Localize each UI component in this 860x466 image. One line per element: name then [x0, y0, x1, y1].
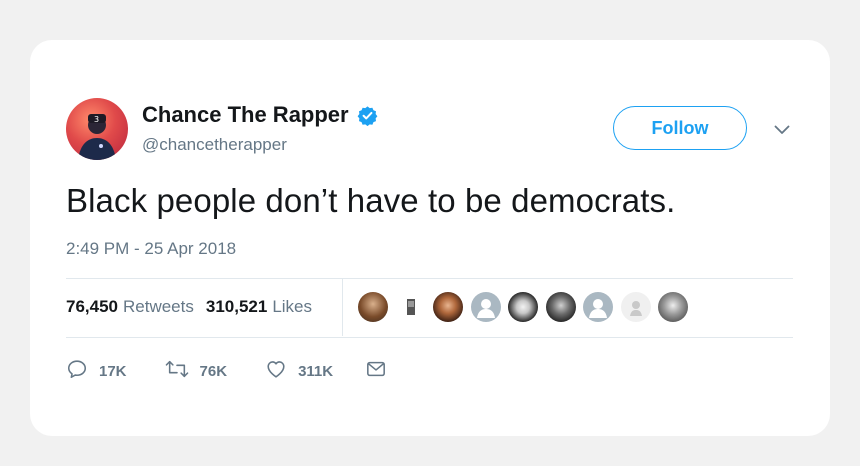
likes-label[interactable]: Likes: [272, 297, 312, 317]
verified-badge-icon: [357, 105, 378, 126]
liker-avatar[interactable]: [583, 292, 613, 322]
svg-text:3: 3: [94, 115, 99, 124]
liker-facepile: [358, 292, 696, 322]
reply-icon[interactable]: [66, 358, 88, 385]
tweet-text: Black people don’t have to be democrats.: [66, 182, 676, 219]
stats-separator: [342, 279, 343, 336]
liker-avatar[interactable]: [620, 292, 651, 322]
tweet-actions: 17K 76K 311K: [66, 358, 387, 385]
liker-avatar[interactable]: [545, 292, 576, 322]
reply-count: 17K: [99, 363, 127, 380]
author-handle[interactable]: @chancetherapper: [142, 135, 287, 155]
tweet-card: 3 Chance The Rapper @chancetherapper Fol…: [30, 40, 830, 436]
likes-count[interactable]: 310,521: [206, 297, 267, 317]
divider-bottom: [66, 337, 793, 338]
follow-button[interactable]: Follow: [613, 106, 747, 150]
liker-avatar[interactable]: [470, 292, 501, 322]
retweets-label[interactable]: Retweets: [123, 297, 194, 317]
chevron-down-icon[interactable]: [774, 122, 790, 140]
author-name[interactable]: Chance The Rapper: [142, 102, 378, 128]
like-icon[interactable]: [265, 358, 287, 385]
liker-avatar[interactable]: [658, 292, 688, 322]
like-action[interactable]: 311K: [265, 358, 333, 385]
direct-message-action[interactable]: [365, 359, 387, 384]
like-count: 311K: [298, 363, 334, 380]
author-avatar[interactable]: 3: [66, 98, 128, 160]
tweet-stats: 76,450 Retweets 310,521 Likes: [66, 295, 312, 319]
tweet-timestamp[interactable]: 2:49 PM - 25 Apr 2018: [66, 239, 236, 259]
retweets-count[interactable]: 76,450: [66, 297, 118, 317]
divider-top: [66, 278, 793, 279]
retweet-action[interactable]: 76K: [165, 358, 228, 385]
reply-action[interactable]: 17K: [66, 358, 127, 385]
liker-avatar[interactable]: [508, 292, 538, 322]
liker-avatar[interactable]: [395, 292, 426, 322]
author-name-text[interactable]: Chance The Rapper: [142, 102, 349, 128]
retweet-count: 76K: [199, 363, 228, 380]
direct-message-icon[interactable]: [365, 359, 387, 384]
liker-avatar[interactable]: [358, 292, 388, 322]
retweet-icon[interactable]: [165, 358, 189, 385]
liker-avatar[interactable]: [433, 292, 463, 322]
